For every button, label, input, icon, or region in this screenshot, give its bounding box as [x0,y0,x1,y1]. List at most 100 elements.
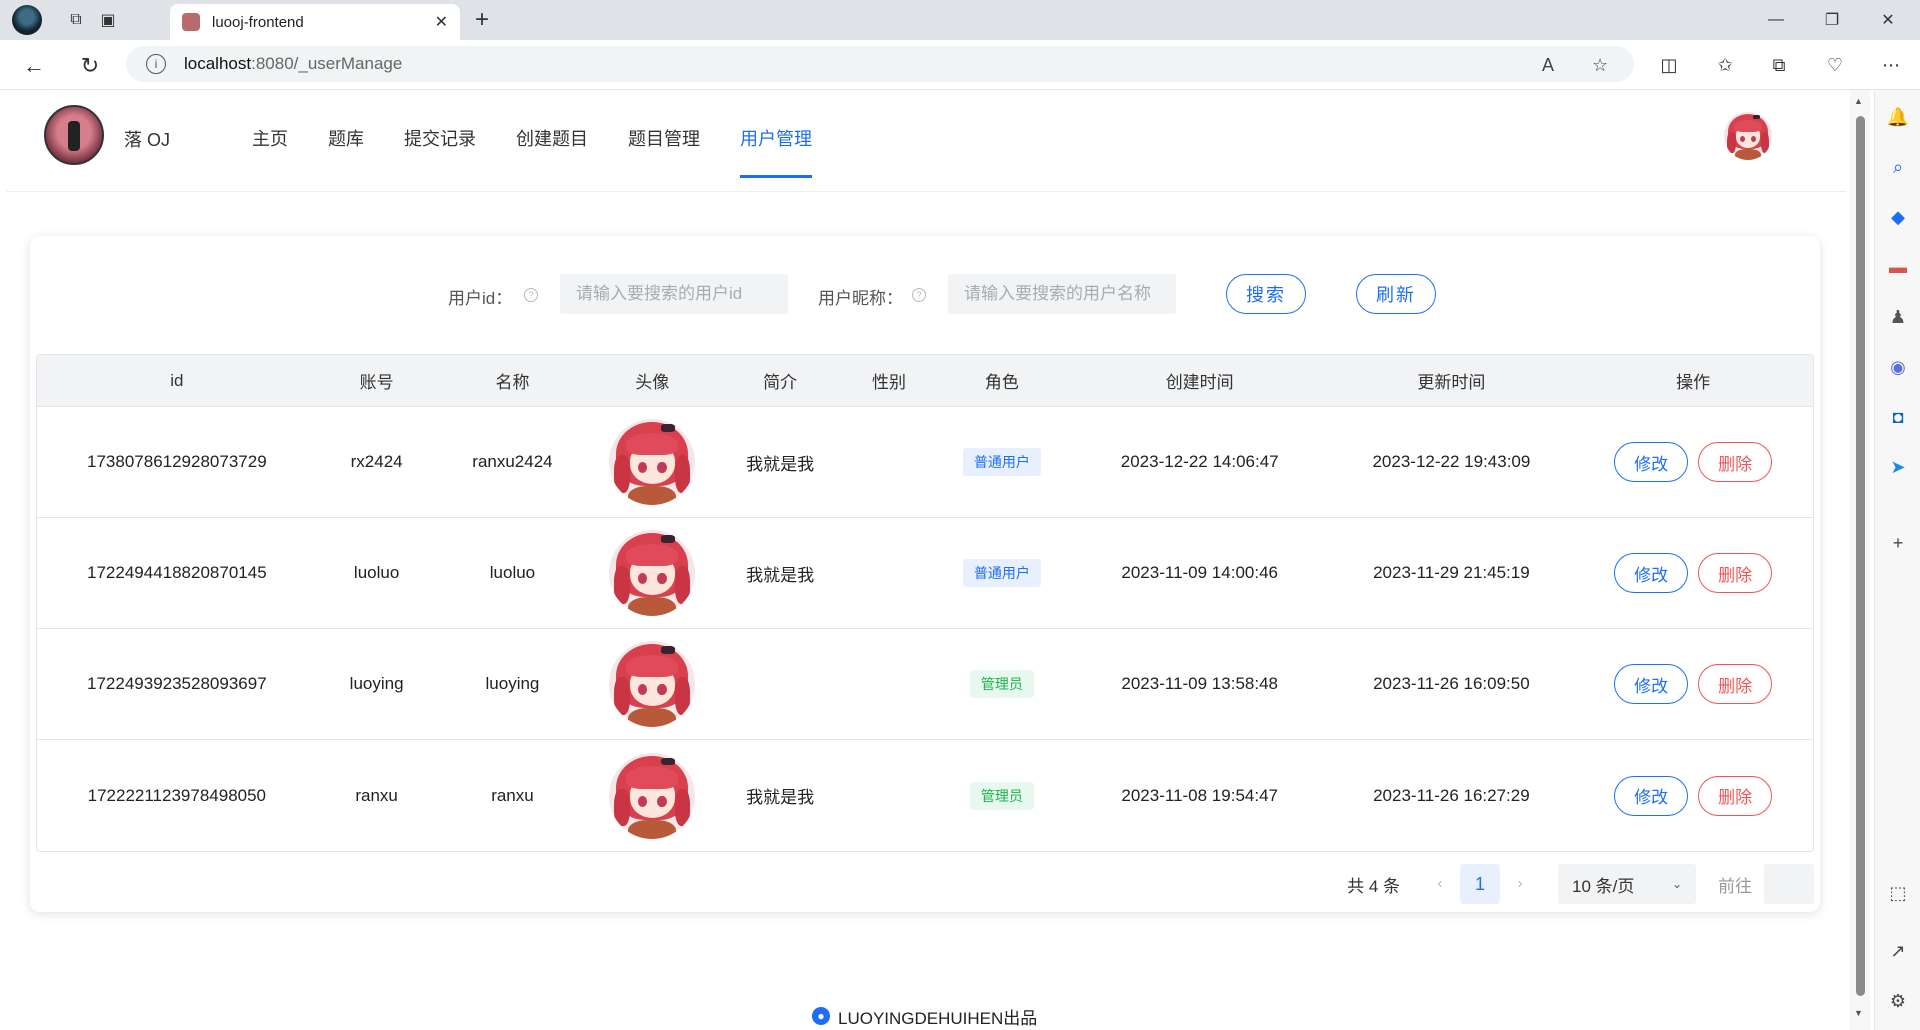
tab-actions-icon[interactable]: ▣ [96,8,120,32]
edit-button[interactable]: 修改 [1614,664,1689,704]
user-table: id 账号 名称 头像 简介 性别 角色 创建时间 更新时间 操作 173807… [36,354,1814,852]
site-info-icon[interactable]: i [146,54,166,74]
pagination: 共 4 条 ‹ 1 › 10 条/页 ⌄ 前往 [1347,864,1814,904]
page-size-select[interactable]: 10 条/页 ⌄ [1558,864,1696,904]
next-page-icon[interactable]: › [1500,875,1540,893]
workspaces-icon[interactable]: ⧉ [64,8,88,32]
nickname-label: 用户昵称： [818,289,903,308]
tab-title: luooj-frontend [212,13,304,31]
table-row: 1722493923528093697 luoying luoying 管理员 … [37,629,1813,740]
cell-updated: 2023-11-26 16:27:29 [1373,785,1530,805]
menu-item-home[interactable]: 主页 [232,90,308,192]
avatar [609,530,696,616]
cell-actions: 修改 删除 [1573,407,1813,517]
delete-button[interactable]: 删除 [1698,442,1773,482]
app-logo[interactable] [44,105,104,165]
column-header: 操作 [1676,373,1711,392]
nickname-help-icon: ? [912,288,926,302]
url-field[interactable]: i localhost:8080/_userManage A ☆ [126,46,1634,82]
delete-button[interactable]: 删除 [1698,664,1773,704]
page-number[interactable]: 1 [1460,864,1500,904]
cell-account: luoying [349,674,404,693]
user-manage-card: 用户id： ? 用户昵称： ? 搜索 刷新 id 账号 名称 头像 简介 性别 … [30,236,1820,912]
outlook-icon[interactable]: ◘ [1885,404,1911,430]
copilot-icon[interactable]: ◉ [1885,354,1911,380]
favorite-star-icon[interactable]: ☆ [1592,55,1608,76]
footer-text: LUOYINGDEHUIHEN出品 [838,1008,1038,1028]
app-name: 落 OJ [124,130,171,150]
cell-created: 2023-12-22 14:06:47 [1120,452,1279,471]
split-screen-icon[interactable]: ◫ [1656,52,1682,78]
delete-button[interactable]: 删除 [1698,775,1773,816]
send-icon[interactable]: ➤ [1885,454,1911,480]
cell-id: 1722494418820870145 [87,563,267,582]
browser-tab[interactable]: luooj-frontend ✕ [170,4,460,40]
games-icon[interactable]: ♟ [1885,304,1911,330]
chevron-down-icon: ⌄ [1671,877,1682,891]
menu-item-create-question[interactable]: 创建题目 [496,90,608,192]
screenshot-icon[interactable]: ⬚ [1885,880,1911,906]
column-header: 创建时间 [1165,373,1234,392]
cell-name: ranxu2424 [472,452,553,471]
cell-intro [716,629,844,739]
search-icon[interactable]: ⌕ [1885,154,1911,180]
menu-item-user-manage[interactable]: 用户管理 [720,90,832,192]
cell-intro: 我就是我 [746,454,815,474]
browser-essentials-icon[interactable]: ♡ [1822,52,1848,78]
user-id-help-icon: ? [524,288,538,302]
avatar [609,641,696,727]
table-row: 1722494418820870145 luoluo luoluo 我就是我 普… [37,518,1813,629]
app-header: 落 OJ 主页 题库 提交记录 创建题目 题目管理 用户管理 [6,90,1846,192]
favorites-icon[interactable]: ✩ [1712,52,1738,78]
minimize-icon[interactable]: — [1756,6,1796,34]
github-icon[interactable]: ● [812,1007,830,1025]
cell-gender [844,629,934,739]
page-scrollbar[interactable]: ▲ ▼ [1850,90,1870,1030]
scroll-down-icon[interactable]: ▼ [1854,1008,1863,1018]
goto-page-input[interactable] [1764,864,1814,904]
bell-icon[interactable]: 🔔 [1885,104,1911,130]
toolbox-icon[interactable]: ▬ [1885,254,1911,280]
browser-side-panel: 🔔 ⌕ ◆ ▬ ♟ ◉ ◘ ➤ + ⬚ ↗ ⚙ [1874,90,1920,1030]
nickname-input[interactable] [948,274,1176,314]
edit-button[interactable]: 修改 [1614,553,1689,593]
role-badge: 管理员 [969,781,1034,810]
tag-icon[interactable]: ◆ [1885,204,1911,230]
menu-item-submissions[interactable]: 提交记录 [384,90,496,192]
browser-profile-avatar[interactable] [12,5,42,35]
menu-item-question-manage[interactable]: 题目管理 [608,90,720,192]
back-icon[interactable]: ← [20,52,48,80]
settings-gear-icon[interactable]: ⚙ [1885,988,1911,1014]
edit-button[interactable]: 修改 [1614,442,1689,482]
url-host: localhost [184,54,252,73]
refresh-button[interactable]: 刷新 [1356,274,1436,314]
menu-item-question-bank[interactable]: 题库 [308,90,384,192]
pagination-total: 共 4 条 [1347,876,1400,896]
cell-gender [844,518,934,628]
add-icon[interactable]: + [1885,530,1911,556]
footer: ● LUOYINGDEHUIHEN出品 [812,1004,1037,1028]
new-tab-icon[interactable]: + [468,6,496,34]
delete-button[interactable]: 删除 [1698,553,1773,593]
user-avatar[interactable] [1724,112,1772,160]
cell-name: ranxu [491,785,534,805]
window-close-icon[interactable]: ✕ [1868,6,1908,34]
prev-page-icon[interactable]: ‹ [1420,875,1460,893]
reload-icon[interactable]: ↻ [76,52,104,80]
scroll-thumb[interactable] [1856,116,1865,996]
scroll-up-icon[interactable]: ▲ [1854,96,1863,106]
open-external-icon[interactable]: ↗ [1885,938,1911,964]
search-button[interactable]: 搜索 [1226,274,1306,314]
cell-role: 管理员 [934,740,1070,851]
url-path: :8080/_userManage [251,54,403,73]
restore-icon[interactable]: ❐ [1812,6,1852,34]
column-header: 头像 [635,373,670,392]
cell-gender [844,740,934,851]
more-menu-icon[interactable]: ⋯ [1878,52,1904,78]
cell-created: 2023-11-09 13:58:48 [1121,674,1278,693]
user-id-input[interactable] [560,274,788,314]
read-aloud-icon[interactable]: A [1542,55,1554,76]
tab-close-icon[interactable]: ✕ [435,12,448,32]
collections-icon[interactable]: ⧉ [1766,52,1792,78]
edit-button[interactable]: 修改 [1614,775,1689,816]
